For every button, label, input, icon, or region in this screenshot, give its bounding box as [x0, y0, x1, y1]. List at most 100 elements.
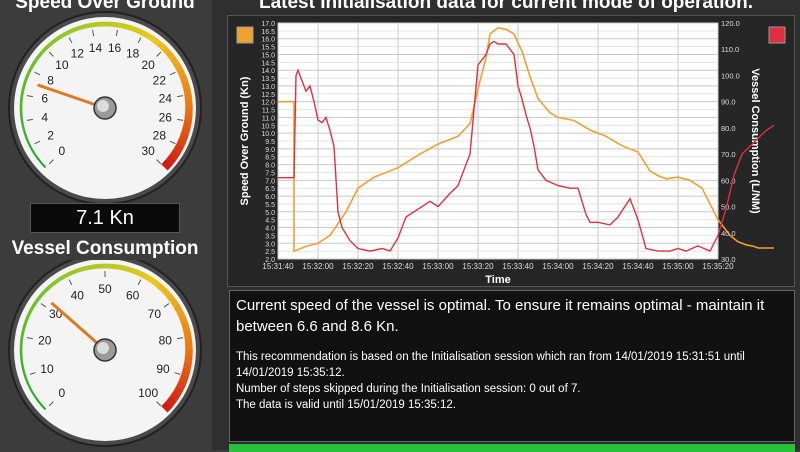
consumption-color-band [67, 272, 73, 275]
speed-gauge: 024681012141618202224262830 [0, 10, 210, 210]
consumption-color-band [180, 312, 183, 318]
speed-color-band [180, 70, 183, 76]
consumption-color-band [187, 363, 188, 370]
speed-tick-label: 0 [59, 144, 66, 158]
consumption-gauge: 0102030405060708090100 [0, 260, 210, 450]
x-tick-label: 15:33:00 [422, 262, 454, 271]
speed-color-band [149, 36, 155, 40]
recommendation-details: This recommendation is based on the Init… [236, 349, 786, 413]
speed-color-band [176, 146, 179, 152]
speed-color-band [118, 25, 125, 26]
y-tick-label: 10.5 [261, 123, 275, 130]
speed-color-band [131, 28, 137, 30]
speed-tick-label: 16 [108, 41, 122, 55]
consumption-color-band [149, 278, 155, 282]
consumption-color-band [22, 330, 23, 337]
consumption-legend-swatch [769, 27, 785, 43]
y-tick-label: 2.5 [265, 249, 275, 256]
speed-color-band [21, 114, 22, 121]
consumption-tick-label: 100 [138, 386, 158, 400]
y-tick-label: 11.5 [262, 108, 275, 115]
consumption-color-band [137, 272, 143, 275]
speed-readout: 7.1 Kn [30, 203, 180, 233]
y2-tick-label: 70.0 [721, 150, 736, 159]
consumption-color-band [73, 270, 80, 272]
consumption-color-band [185, 324, 187, 331]
consumption-color-band [79, 268, 86, 270]
consumption-tick-label: 70 [148, 307, 162, 321]
y-tick-label: 17.0 [261, 21, 275, 28]
consumption-tick-label: 60 [126, 289, 140, 303]
y-tick-label: 4.5 [265, 218, 275, 225]
consumption-color-band [183, 318, 185, 325]
speed-hub-shine [97, 100, 109, 112]
speed-color-band [154, 40, 159, 44]
consumption-color-band [131, 270, 137, 272]
y2-tick-label: 30.0 [721, 255, 736, 264]
consumption-color-band [22, 363, 23, 370]
y-tick-label: 12.5 [261, 92, 275, 99]
consumption-color-band [143, 275, 149, 278]
speed-tick-label: 10 [55, 58, 69, 72]
x-tick-label: 15:33:40 [502, 262, 534, 271]
consumption-color-band [23, 324, 25, 331]
chart-frame: 15:31:4015:32:0015:32:2015:32:4015:33:00… [227, 15, 795, 287]
y-tick-label: 14.5 [261, 60, 275, 67]
speed-color-band [21, 95, 22, 102]
consumption-color-band [118, 267, 125, 268]
consumption-color-band [188, 337, 189, 344]
y-tick-label: 4.0 [265, 226, 275, 233]
y2-tick-label: 90.0 [721, 98, 736, 107]
speed-tick-label: 30 [141, 144, 155, 158]
speed-legend-swatch [237, 27, 253, 43]
speed-color-band [137, 30, 143, 33]
main-panel: Latest Initialisation data for current m… [212, 0, 800, 450]
speed-color-band [177, 64, 180, 70]
consumption-tick-label: 90 [156, 362, 170, 376]
x-tick-label: 15:34:20 [582, 262, 614, 271]
speed-color-band [125, 26, 132, 28]
x-tick-label: 15:35:00 [662, 262, 694, 271]
x-tick-label: 15:34:00 [542, 262, 574, 271]
recommendation-text: Current speed of the vessel is optimal. … [236, 295, 786, 337]
consumption-color-band [164, 405, 168, 410]
y-tick-label: 13.0 [261, 84, 275, 91]
y-tick-label: 5.0 [265, 210, 275, 217]
speed-color-band [187, 88, 188, 95]
left-axis-label: Speed Over Ground (Kn) [239, 76, 251, 205]
consumption-tick-label: 40 [71, 289, 85, 303]
speed-tick-label: 24 [159, 91, 173, 105]
speed-color-band [164, 163, 168, 168]
session-info-line: This recommendation is based on the Init… [236, 349, 786, 381]
y-tick-label: 16.0 [261, 37, 275, 44]
y-tick-label: 2.0 [265, 257, 275, 264]
y-tick-label: 13.5 [261, 76, 275, 83]
y-tick-label: 10.0 [261, 131, 275, 138]
y-tick-label: 16.5 [261, 29, 275, 36]
y-tick-label: 7.0 [265, 178, 275, 185]
speed-color-band [180, 140, 183, 146]
consumption-hub-shine [97, 342, 109, 354]
y-tick-label: 15.0 [261, 52, 275, 59]
speed-color-band [183, 76, 185, 83]
speed-tick-label: 18 [126, 47, 140, 61]
consumption-tick-label: 10 [40, 362, 54, 376]
speed-tick-label: 6 [41, 91, 48, 105]
speed-color-band [85, 25, 92, 26]
speed-color-band [164, 49, 169, 54]
chart-title: Latest Initialisation data for current m… [212, 0, 800, 14]
consumption-color-band [21, 356, 22, 363]
recommendation-box: Current speed of the vessel is optimal. … [229, 290, 795, 442]
y-tick-label: 9.5 [265, 139, 275, 146]
status-bar [229, 444, 795, 452]
consumption-color-band [154, 282, 159, 286]
speed-color-band [112, 24, 119, 25]
speed-color-band [187, 121, 188, 128]
consumption-color-band [169, 399, 173, 404]
y-tick-label: 8.0 [265, 163, 275, 170]
y-tick-label: 8.5 [265, 155, 275, 162]
speed-color-band [169, 157, 173, 162]
y-tick-label: 7.5 [265, 170, 275, 177]
consumption-color-band [85, 267, 92, 268]
consumption-color-band [182, 376, 184, 382]
